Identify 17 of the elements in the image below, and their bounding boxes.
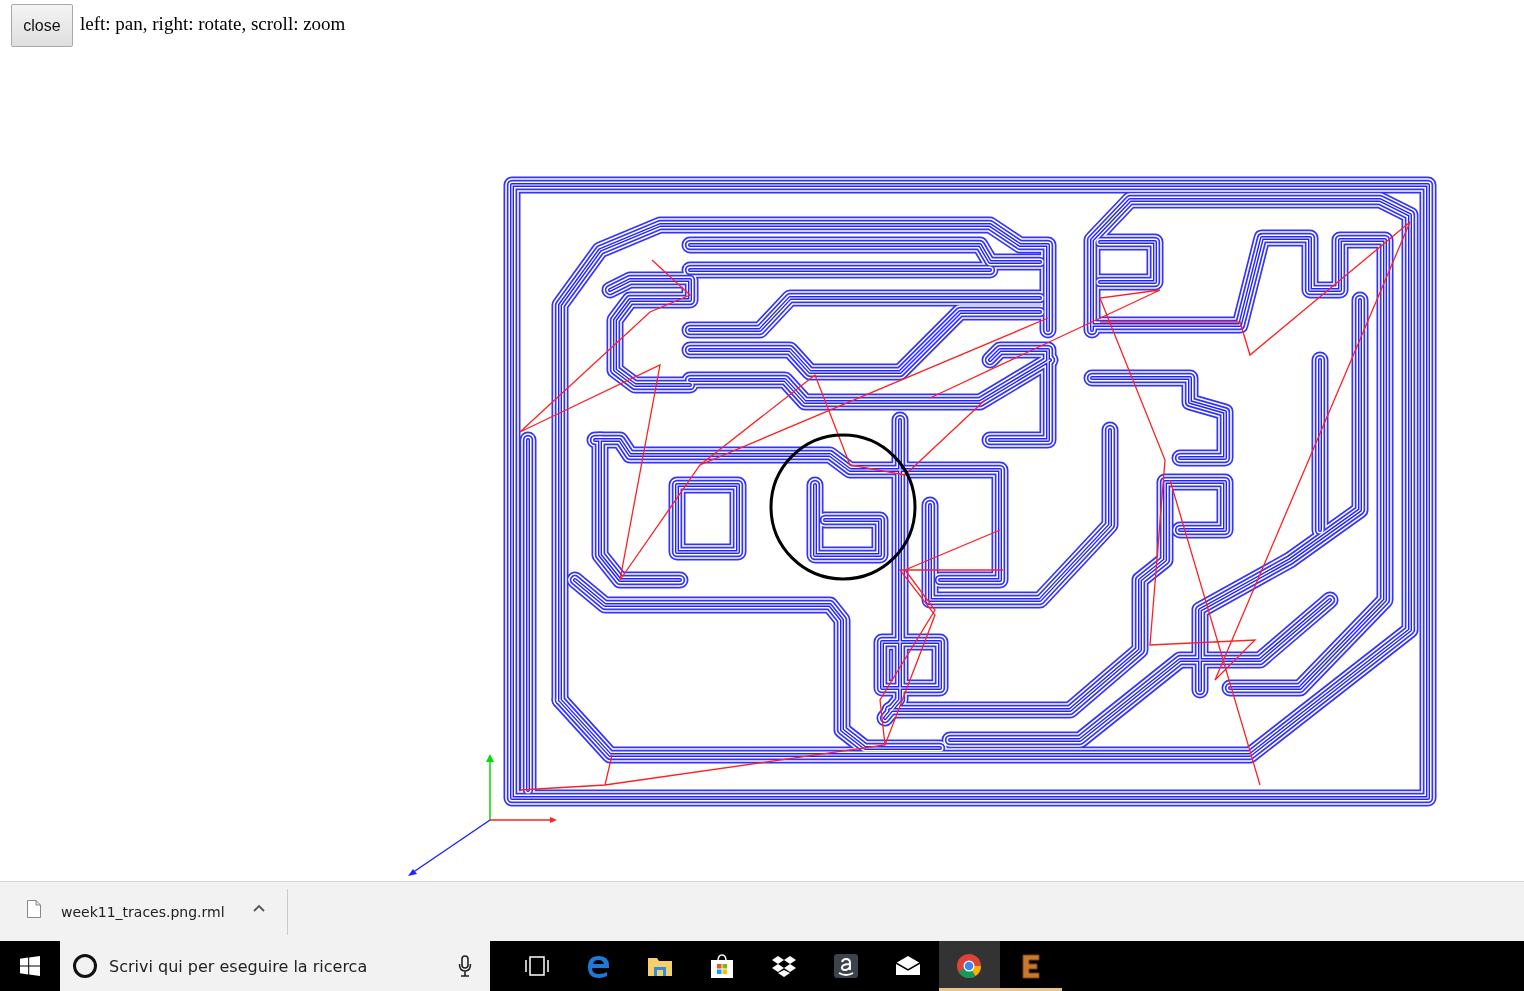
windows-logo-icon [20,956,40,976]
search-field[interactable]: Scrivi qui per eseguire la ricerca [60,941,490,991]
open-box-icon [771,953,798,979]
circle-icon [72,953,98,979]
task-view-icon [523,953,550,979]
file-name: week11_traces.png.rml [61,903,225,920]
letter-a-icon [832,953,859,979]
file-icon [27,899,41,918]
microphone-icon[interactable] [458,955,472,977]
letter-e-icon [585,953,612,979]
instructions-text: left: pan, right: rotate, scroll: zoom [80,14,346,34]
round-logo-icon [956,953,983,979]
download-item[interactable]: week11_traces.png.rml [27,887,287,936]
chevron-icon[interactable] [252,903,265,912]
close-button[interactable]: close [11,4,73,47]
shopping-bag-icon [709,953,736,979]
taskbar-app-button[interactable] [938,941,1001,991]
